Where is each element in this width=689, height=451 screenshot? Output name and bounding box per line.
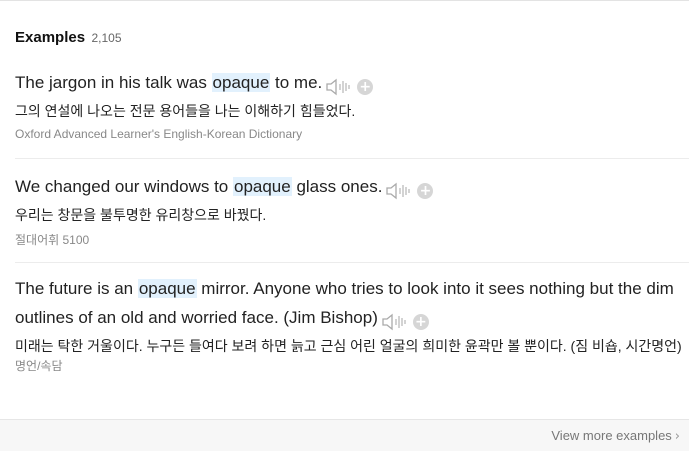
top-divider xyxy=(0,0,689,1)
examples-title: Examples xyxy=(15,29,86,46)
add-to-wordbook-icon[interactable]: + xyxy=(417,182,434,199)
keyword-highlight: opaque xyxy=(232,177,292,196)
example-english: The jargon in his talk was opaque to me.… xyxy=(15,68,687,100)
examples-header: Examples 2,105 xyxy=(15,29,122,47)
speaker-icon[interactable] xyxy=(382,313,408,331)
example-divider xyxy=(15,158,689,159)
example-source[interactable]: 절대어휘 5100 xyxy=(15,231,689,248)
example-item: The jargon in his talk was opaque to me.… xyxy=(15,68,689,141)
keyword-highlight: opaque xyxy=(137,279,197,298)
view-more-label: View more examples xyxy=(551,428,672,443)
speaker-icon[interactable] xyxy=(386,182,412,200)
add-to-wordbook-icon[interactable]: + xyxy=(412,313,429,330)
example-korean: 그의 연설에 나오는 전문 용어들을 나는 이해하기 힘들었다. xyxy=(15,103,356,119)
example-source[interactable]: Oxford Advanced Learner's English-Korean… xyxy=(15,127,689,141)
examples-footer: View more examples › xyxy=(0,419,689,451)
example-korean: 미래는 탁한 거울이다. 누구든 들여다 보려 하면 늙고 근심 어린 얼굴의 … xyxy=(15,338,682,354)
add-to-wordbook-icon[interactable]: + xyxy=(357,78,374,95)
speaker-icon[interactable] xyxy=(326,78,352,96)
view-more-examples-link[interactable]: View more examples › xyxy=(551,428,680,444)
example-korean: 우리는 창문을 불투명한 유리창으로 바꿨다. xyxy=(15,207,267,223)
example-english: We changed our windows to opaque glass o… xyxy=(15,172,687,204)
examples-count: 2,105 xyxy=(91,31,122,45)
example-item: The future is an opaque mirror. Anyone w… xyxy=(15,274,689,374)
example-divider xyxy=(15,262,689,263)
keyword-highlight: opaque xyxy=(211,73,271,92)
example-english: The future is an opaque mirror. Anyone w… xyxy=(15,279,674,331)
example-source[interactable]: 명언/속담 xyxy=(15,357,689,374)
chevron-right-icon: › xyxy=(674,429,680,444)
example-item: We changed our windows to opaque glass o… xyxy=(15,172,689,248)
